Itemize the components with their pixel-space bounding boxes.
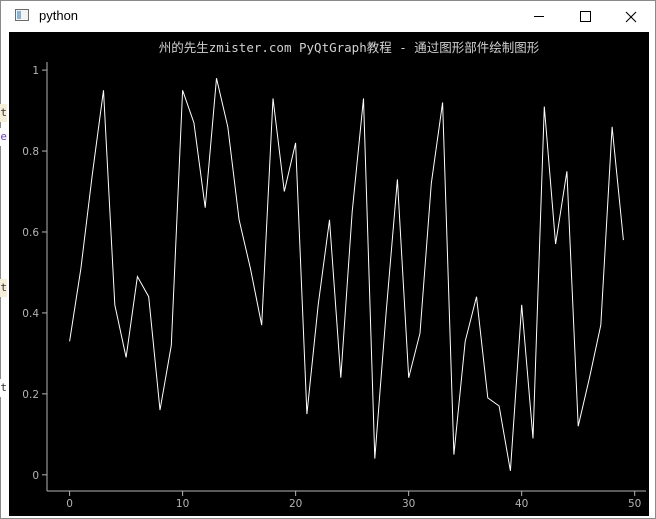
y-tick-label: 0.8 — [22, 146, 39, 158]
y-tick-label: 0.2 — [22, 389, 39, 401]
title-bar[interactable]: python — [1, 1, 655, 32]
x-tick-label: 0 — [66, 498, 73, 510]
background-text-fragment: e — [0, 128, 7, 146]
minimize-icon — [534, 16, 544, 17]
line-chart[interactable]: 州的先生zmister.com PyQtGraph教程 - 通过图形部件绘制图形… — [9, 32, 649, 516]
x-tick-label: 20 — [289, 498, 302, 510]
x-tick-label: 50 — [628, 498, 641, 510]
chart-title: 州的先生zmister.com PyQtGraph教程 - 通过图形部件绘制图形 — [159, 40, 540, 55]
app-window-icon — [15, 9, 29, 21]
background-text-fragment: t — [0, 104, 7, 122]
series-line — [69, 78, 624, 471]
minimize-button[interactable] — [516, 1, 562, 32]
plot-widget[interactable]: 州的先生zmister.com PyQtGraph教程 - 通过图形部件绘制图形… — [9, 32, 649, 516]
maximize-icon — [579, 11, 591, 22]
x-tick-label: 40 — [515, 498, 528, 510]
series-line-path — [69, 78, 624, 471]
background-text-fragment: t — [0, 379, 7, 397]
close-button[interactable] — [608, 1, 654, 32]
x-tick-label: 10 — [176, 498, 189, 510]
maximize-button[interactable] — [562, 1, 608, 32]
close-icon — [625, 11, 637, 22]
y-tick-label: 0.6 — [22, 227, 39, 239]
y-tick-label: 0 — [32, 470, 39, 482]
background-text-fragment: t — [0, 279, 7, 297]
y-tick-label: 1 — [32, 65, 39, 77]
y-tick-label: 0.4 — [22, 308, 39, 320]
app-window: python 州的先生zmister.com PyQtGraph教程 - 通过图… — [0, 0, 656, 519]
x-tick-label: 30 — [402, 498, 415, 510]
window-title: python — [39, 8, 79, 23]
